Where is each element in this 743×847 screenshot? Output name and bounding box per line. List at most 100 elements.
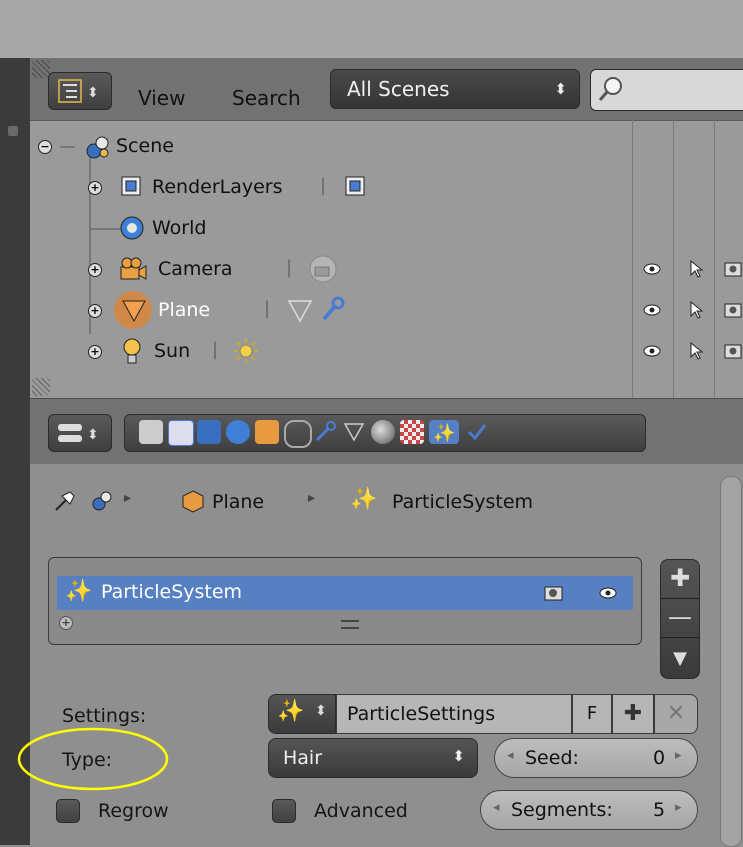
chevron-right-icon: ▸ [308,490,316,506]
properties-editor-icon: ⬍ [58,424,99,443]
list-buttons: ✚ — ▼ [660,559,700,679]
expand-icon[interactable]: + [88,304,102,318]
cursor-icon[interactable] [688,300,704,320]
particle-system-list[interactable]: ✨ ParticleSystem + [48,557,642,645]
render-camera-icon[interactable] [543,583,565,603]
list-item[interactable]: ✨ ParticleSystem [57,576,633,610]
render-camera-icon[interactable] [723,258,743,278]
physics-tab-icon[interactable] [465,420,489,444]
seed-label: Seed: [525,747,579,769]
renderlayers-tab-icon[interactable] [168,420,194,446]
row-label: RenderLayers [152,176,283,198]
search-icon [598,77,622,101]
decrement-icon[interactable]: ◂ [507,748,514,763]
fake-user-button[interactable]: F [572,694,612,734]
context-tabs: ✨ [124,414,646,452]
chevron-right-icon: ▸ [124,490,132,506]
remove-button[interactable]: — [661,599,699,638]
unlink-settings-button[interactable]: ✕ [654,694,698,734]
editor-type-button[interactable]: ⬍ [48,72,112,110]
outliner-row-plane[interactable]: + Plane | [30,290,743,331]
outliner-row-camera[interactable]: + Camera | [30,249,743,290]
row-label: Scene [116,135,174,157]
increment-icon[interactable]: ▸ [675,800,682,815]
seed-field[interactable]: ◂ Seed: 0 ▸ [494,738,698,778]
segments-value: 5 [653,799,666,821]
cursor-icon[interactable] [688,341,704,361]
camera-data-icon[interactable] [306,254,340,284]
segments-label: Segments: [511,799,613,821]
advanced-checkbox[interactable] [272,799,296,823]
render-camera-icon[interactable] [723,299,743,319]
separator: | [286,257,293,278]
texture-tab-icon[interactable] [400,420,424,444]
object-tab-icon[interactable] [255,420,279,444]
expand-icon[interactable]: + [88,263,102,277]
regrow-checkbox[interactable] [56,799,80,823]
new-settings-button[interactable]: ✚ [612,694,654,734]
render-icon[interactable] [139,420,163,444]
data-tab-icon[interactable] [342,420,366,444]
expand-toolbar-handle[interactable] [8,126,18,136]
renderlayer-data-icon[interactable] [342,173,370,201]
particles-tab-icon[interactable]: ✨ [429,420,459,444]
modifiers-tab-icon[interactable] [313,420,337,444]
expand-icon[interactable]: + [88,181,102,195]
specials-menu-button[interactable]: ▼ [661,638,699,678]
camera-icon [120,257,147,280]
outliner-row-sun[interactable]: + Sun | [30,331,743,372]
decrement-icon[interactable]: ◂ [493,800,500,815]
sun-data-icon[interactable] [232,337,260,365]
type-value: Hair [283,747,323,769]
resize-grip-icon[interactable] [341,620,359,629]
object-icon [182,490,204,513]
list-item-label: ParticleSystem [101,581,243,603]
regrow-label[interactable]: Regrow [98,800,169,822]
outliner-row-scene[interactable]: − Scene [30,126,743,167]
scene-tab-icon[interactable] [197,420,221,444]
eye-icon[interactable] [642,261,662,277]
expand-icon[interactable]: + [88,345,102,359]
constraints-tab-icon[interactable] [284,420,312,448]
collapse-icon[interactable]: − [38,140,52,154]
material-tab-icon[interactable] [371,420,395,444]
display-mode-select[interactable]: All Scenes ⬍ [330,69,580,109]
svg-text:⬍: ⬍ [87,85,99,101]
search-menu[interactable]: Search [232,86,301,110]
search-input[interactable] [590,69,743,111]
world-tab-icon[interactable] [226,420,250,444]
render-camera-icon[interactable] [723,340,743,360]
scrollbar[interactable] [720,476,742,847]
settings-name-field[interactable]: ParticleSettings [336,694,572,734]
particles-icon: ✨ [65,579,93,604]
add-button[interactable]: ✚ [661,560,699,599]
wrench-icon[interactable] [318,295,346,325]
outliner-row-world[interactable]: World [30,208,743,249]
view-menu[interactable]: View [138,86,185,110]
scene-icon [86,136,109,159]
particles-icon: ✨ [277,699,305,724]
advanced-label[interactable]: Advanced [314,800,408,822]
filter-options-icon[interactable]: + [59,616,73,630]
eye-icon[interactable] [597,585,619,601]
mesh-data-icon[interactable] [286,297,314,325]
breadcrumb-system: ParticleSystem [392,491,534,513]
cursor-icon[interactable] [688,259,704,279]
segments-field[interactable]: ◂ Segments: 5 ▸ [480,790,698,830]
type-select[interactable]: Hair ⬍ [268,738,478,778]
row-label: Sun [154,340,191,362]
increment-icon[interactable]: ▸ [675,748,682,763]
eye-icon[interactable] [642,302,662,318]
area-corner-handle[interactable] [32,378,50,396]
chevron-updown-icon: ⬍ [315,703,327,719]
row-label: Camera [158,258,233,280]
seed-value: 0 [653,747,666,769]
eye-icon[interactable] [642,343,662,359]
settings-browse-button[interactable]: ✨ ⬍ [268,694,336,734]
separator: | [264,298,271,319]
outliner-row-renderlayers[interactable]: + RenderLayers | [30,167,743,208]
editor-type-button[interactable]: ⬍ [48,414,112,452]
display-mode-value: All Scenes [347,77,450,101]
settings-name-value: ParticleSettings [347,703,496,725]
pin-icon[interactable] [52,488,78,514]
